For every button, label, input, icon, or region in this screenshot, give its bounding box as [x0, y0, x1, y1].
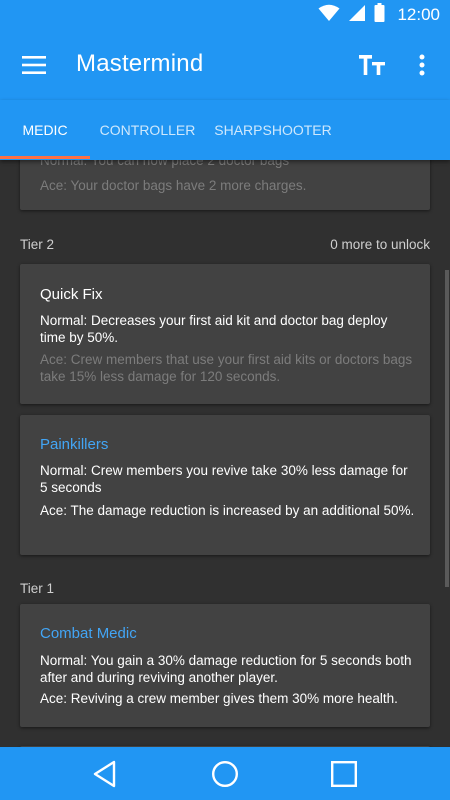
app-title: Mastermind [76, 50, 204, 77]
tab-indicator [0, 156, 90, 159]
skill-normal-text: Normal: Crew members you revive take 30%… [40, 463, 408, 495]
skill-ace-text: Ace: Crew members that use your first ai… [40, 352, 413, 384]
tab-controller[interactable]: CONTROLLER [90, 100, 205, 160]
skill-normal-text: Normal: You gain a 30% damage reduction … [40, 653, 412, 685]
wifi-icon [318, 4, 340, 27]
skill-name: Quick Fix [40, 286, 103, 303]
hamburger-menu-icon[interactable] [12, 43, 56, 87]
battery-icon [374, 3, 385, 27]
skill-name: Painkillers [40, 436, 109, 453]
scrollbar[interactable] [445, 270, 449, 587]
skill-list[interactable]: Normal: You can now place 2 doctor bags … [0, 160, 450, 747]
signal-icon [348, 4, 366, 27]
status-bar: 12:00 [0, 0, 450, 30]
tab-bar: MEDIC CONTROLLER SHARPSHOOTER [0, 100, 450, 160]
home-circle-icon[interactable] [200, 751, 250, 797]
text-size-icon[interactable] [350, 43, 394, 87]
skill-card-combat-medic[interactable]: Combat Medic Normal: You gain a 30% dama… [20, 604, 430, 727]
skill-normal-text: Normal: Decreases your first aid kit and… [40, 313, 388, 345]
back-triangle-icon[interactable] [80, 751, 130, 797]
recents-square-icon[interactable] [319, 751, 369, 797]
tier-2-label: Tier 2 [20, 237, 55, 252]
skill-card-painkillers[interactable]: Painkillers Normal: Crew members you rev… [20, 415, 430, 555]
skill-card-doctor-bags[interactable]: Normal: You can now place 2 doctor bags … [20, 160, 430, 210]
skill-normal-text: Normal: You can now place 2 doctor bags [40, 160, 290, 168]
status-clock: 12:00 [397, 5, 440, 24]
tier-2-unlock-count: 0 more to unlock [330, 237, 430, 252]
tab-sharpshooter[interactable]: SHARPSHOOTER [205, 100, 341, 160]
skill-name: Combat Medic [40, 625, 137, 642]
status-icons: 12:00 [318, 3, 440, 27]
skill-ace-text: Ace: Reviving a crew member gives them 3… [40, 691, 398, 706]
skill-card-quick-fix[interactable]: Quick Fix Normal: Decreases your first a… [20, 264, 430, 404]
tier-1-label: Tier 1 [20, 581, 55, 596]
skill-ace-text: Ace: The damage reduction is increased b… [40, 503, 415, 518]
skill-ace-text: Ace: Your doctor bags have 2 more charge… [40, 178, 307, 193]
system-nav-bar [0, 747, 450, 800]
tab-medic[interactable]: MEDIC [0, 100, 90, 160]
app-bar: Mastermind [0, 30, 450, 100]
more-vert-icon[interactable] [400, 43, 444, 87]
